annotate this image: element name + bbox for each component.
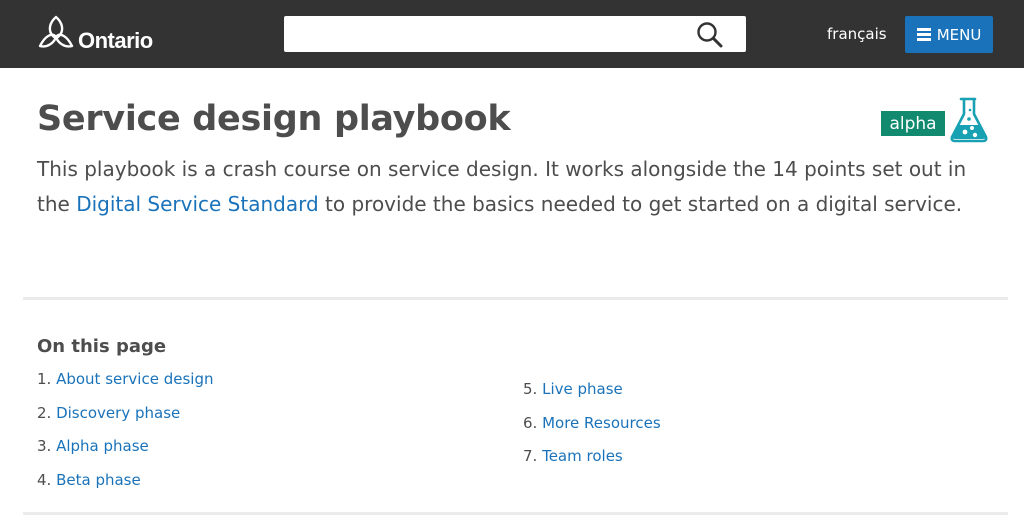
toc-item: 4. Beta phase: [37, 471, 213, 505]
toc-heading: On this page: [37, 336, 167, 357]
intro-text-end: to provide the basics needed to get star…: [318, 192, 963, 216]
toc-item-number: 6.: [523, 413, 538, 432]
toc-item-number: 1.: [37, 370, 52, 388]
toc-item: 2. Discovery phase: [37, 404, 213, 438]
page-title: Service design playbook: [37, 99, 511, 139]
toc-item-number: 7.: [523, 447, 538, 465]
toc-item: 5. Live phase: [523, 380, 661, 414]
toc-link-beta-phase[interactable]: Beta phase: [56, 471, 141, 489]
toc-link-more-resources[interactable]: More Resources: [542, 414, 661, 432]
search-input[interactable]: [284, 16, 684, 52]
section-divider: [23, 512, 1008, 515]
language-toggle-link[interactable]: français: [827, 25, 887, 43]
digital-service-standard-link[interactable]: Digital Service Standard: [76, 192, 318, 216]
toc-item-number: 5.: [523, 380, 538, 398]
toc-link-live-phase[interactable]: Live phase: [542, 380, 623, 398]
toc-item: 6. More Resources: [523, 414, 661, 448]
flask-icon: [950, 97, 988, 143]
toc-item-number: 2.: [37, 403, 52, 422]
toc-list-right: 5. Live phase 6. More Resources 7. Team …: [523, 380, 661, 481]
intro-paragraph: This playbook is a crash course on servi…: [37, 152, 997, 222]
toc-item: 7. Team roles: [523, 447, 661, 481]
toc-list-left: 1. About service design 2. Discovery pha…: [37, 370, 213, 504]
logo-wordmark: Ontario: [78, 28, 153, 53]
trillium-logo-icon: [38, 15, 74, 48]
toc-link-about-service-design[interactable]: About service design: [56, 370, 213, 388]
site-header: Ontario français MENU: [0, 0, 1024, 68]
toc-link-team-roles[interactable]: Team roles: [542, 447, 623, 465]
hamburger-icon: [916, 26, 931, 44]
toc-item: 1. About service design: [37, 370, 213, 404]
menu-button-label: MENU: [936, 25, 982, 44]
search-box: [284, 16, 746, 52]
search-button[interactable]: [696, 21, 724, 49]
search-icon: [697, 22, 723, 48]
menu-button[interactable]: MENU: [905, 16, 993, 53]
status-badge: alpha: [881, 111, 945, 136]
toc-item: 3. Alpha phase: [37, 437, 213, 471]
ontario-logo[interactable]: Ontario: [36, 12, 153, 54]
toc-link-alpha-phase[interactable]: Alpha phase: [56, 437, 149, 455]
toc-link-discovery-phase[interactable]: Discovery phase: [56, 404, 180, 422]
section-divider: [23, 297, 1008, 300]
toc-item-number: 3.: [37, 437, 52, 455]
toc-item-number: 4.: [37, 470, 52, 489]
